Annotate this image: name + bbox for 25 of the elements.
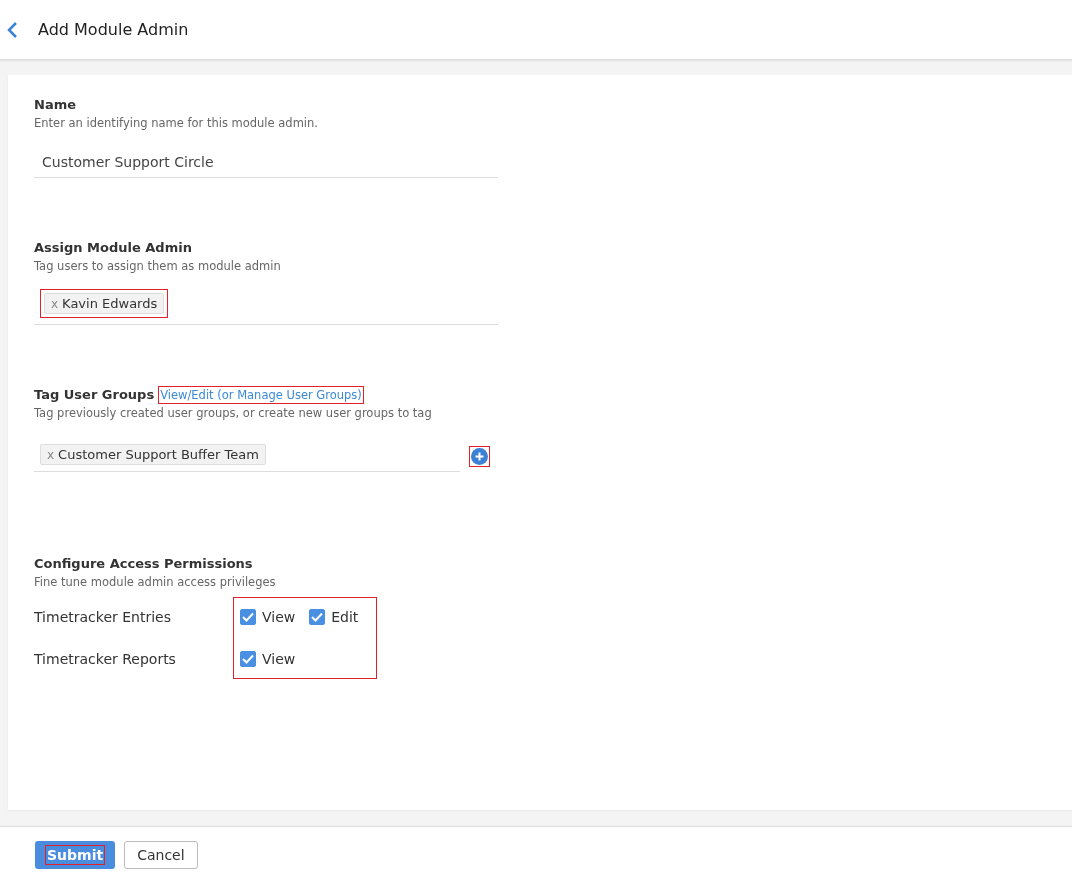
- section-title: Tag User Groups: [34, 387, 155, 402]
- checkbox-label: Edit: [331, 609, 359, 625]
- permission-label: Timetracker Entries: [34, 608, 172, 627]
- cancel-button[interactable]: Cancel: [124, 840, 198, 869]
- tag-label: Customer Support Buffer Team: [58, 447, 259, 462]
- section-description: Enter an identifying name for this module admin.: [34, 116, 319, 130]
- add-icon[interactable]: [470, 446, 489, 466]
- section-title: Name: [34, 97, 76, 112]
- section-description: Tag previously created user groups, or create new user groups to tag: [34, 406, 433, 420]
- checkbox-label: View: [262, 609, 296, 625]
- tag-label: Kavin Edwards: [62, 296, 158, 311]
- section-description: Fine tune module admin access privileges: [34, 575, 277, 589]
- tag-input-field[interactable]: x Kavin Edwards: [34, 285, 498, 325]
- checkbox[interactable]: [309, 609, 326, 625]
- checkbox-label: View: [262, 651, 296, 667]
- checkbox[interactable]: [240, 609, 256, 625]
- section-description: Tag users to assign them as module admin: [34, 259, 282, 273]
- checkbox[interactable]: [240, 651, 256, 667]
- tag-input-field[interactable]: x Customer Support Buffer Team: [34, 440, 460, 472]
- section-title: Assign Module Admin: [34, 240, 192, 255]
- manage-groups-link[interactable]: View/Edit (or Manage User Groups): [160, 387, 362, 402]
- section-title: Configure Access Permissions: [34, 556, 253, 571]
- page-title: Add Module Admin: [38, 20, 189, 39]
- permission-label: Timetracker Reports: [34, 650, 177, 669]
- back-chevron-icon[interactable]: [6, 20, 18, 39]
